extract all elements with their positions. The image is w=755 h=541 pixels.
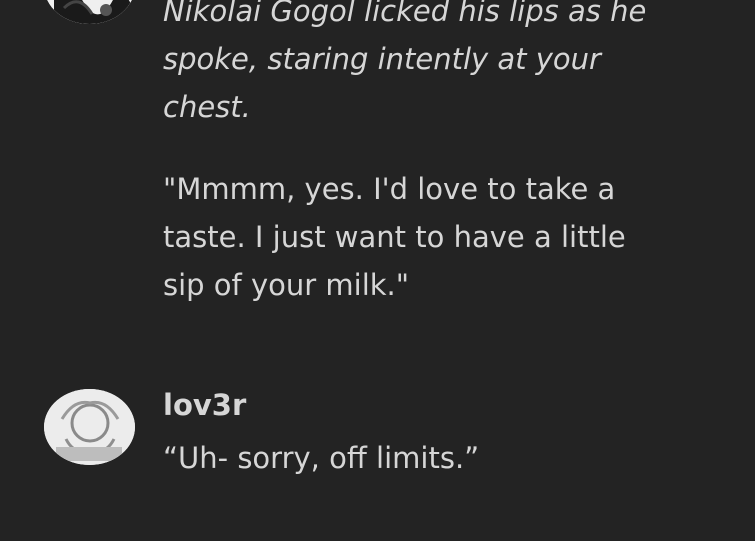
user-avatar-icon bbox=[44, 0, 135, 24]
user-avatar-icon bbox=[44, 389, 135, 465]
avatar[interactable] bbox=[44, 389, 135, 465]
message-speech: "Mmmm, yes. I'd love to take a taste. I … bbox=[163, 172, 626, 302]
message-text: “Uh- sorry, off limits.” bbox=[163, 441, 480, 475]
chat-thread: Nikolai Gogol licked his lips as he spok… bbox=[0, 0, 755, 541]
message-narration: Nikolai Gogol licked his lips as he spok… bbox=[163, 0, 647, 124]
avatar[interactable] bbox=[44, 0, 135, 24]
username[interactable]: lov3r bbox=[163, 383, 246, 427]
